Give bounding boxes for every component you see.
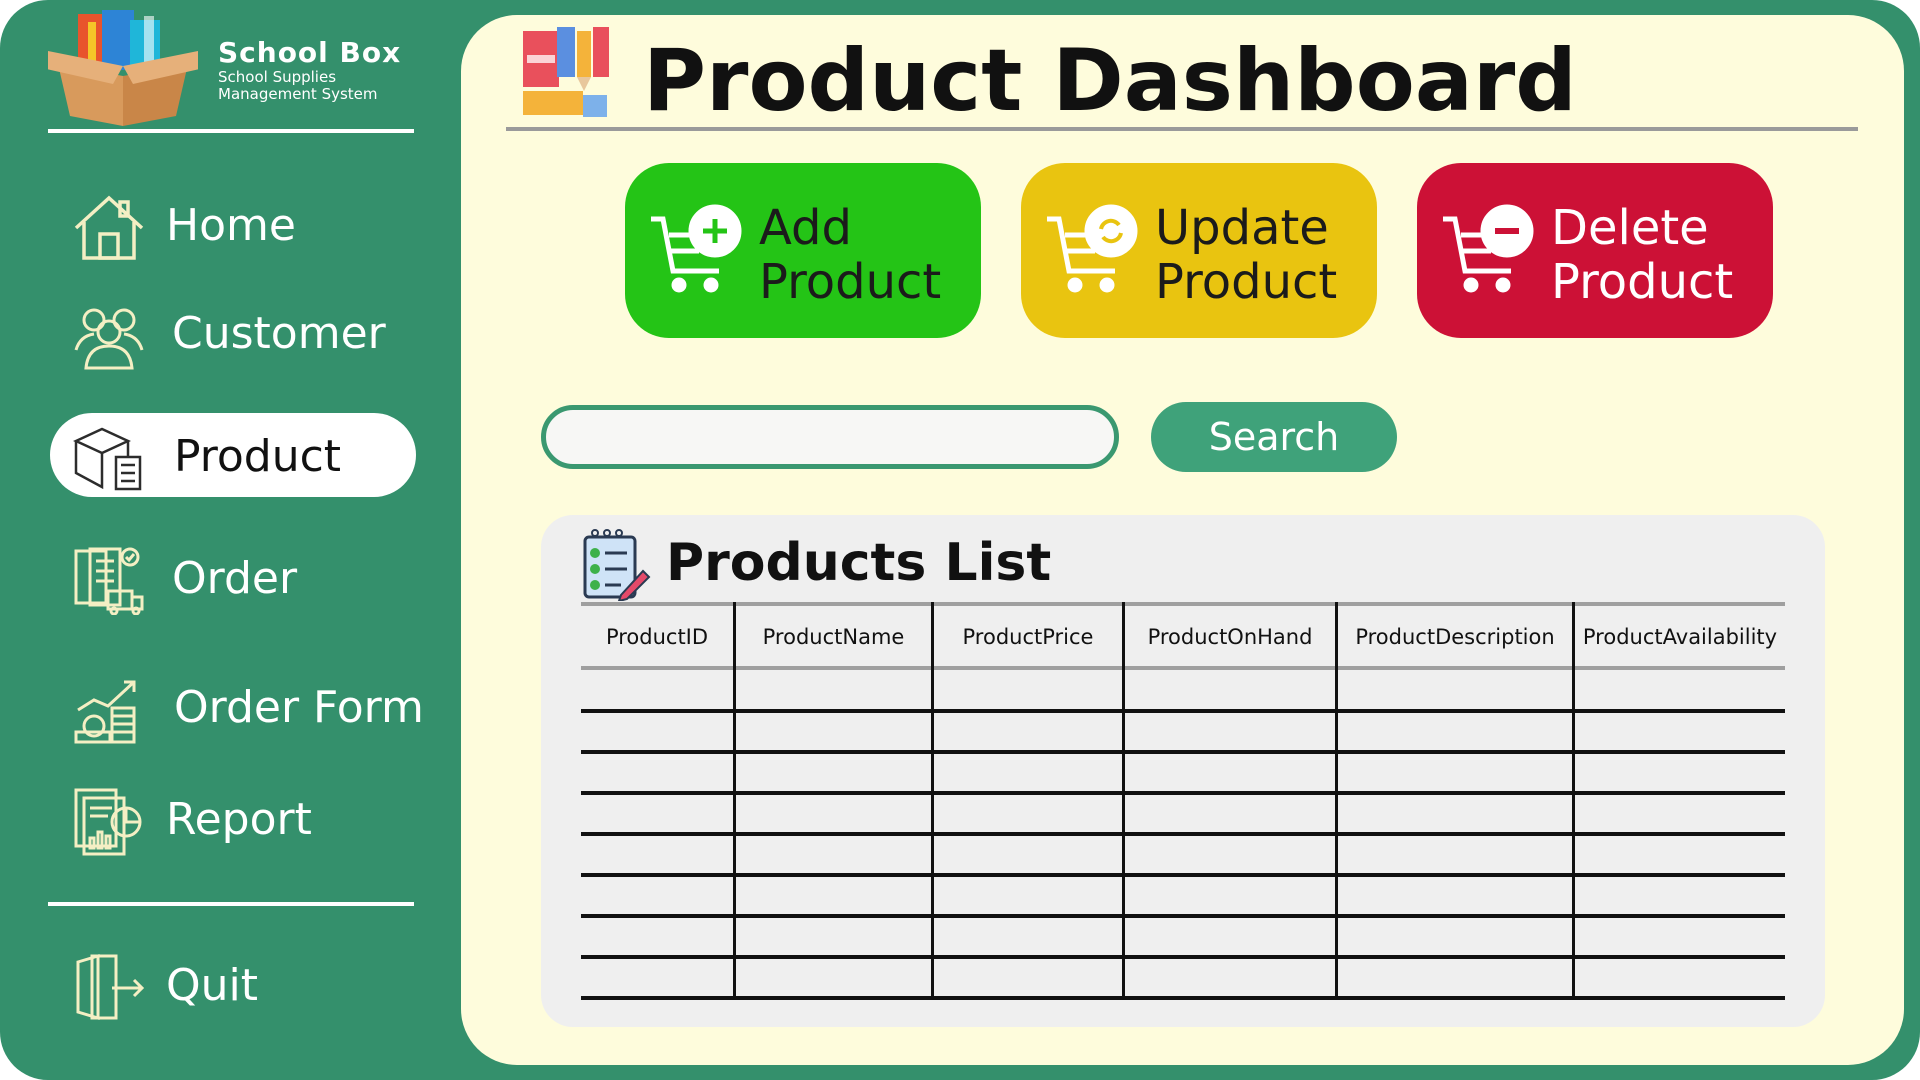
- cart-update-icon: [1047, 204, 1138, 293]
- brand: School Box School Supplies Management Sy…: [48, 6, 418, 126]
- table-row[interactable]: [581, 711, 1785, 751]
- table-row[interactable]: [581, 834, 1785, 874]
- update-product-button[interactable]: Update Product: [1021, 163, 1377, 338]
- table-row[interactable]: [581, 916, 1785, 956]
- sidebar-item-customer[interactable]: Customer: [50, 290, 416, 374]
- checklist-icon: [583, 529, 651, 601]
- school-supplies-icon: [523, 27, 609, 117]
- table-row[interactable]: [581, 957, 1785, 997]
- add-product-label-line2: Product: [759, 254, 942, 310]
- delete-product-label: Delete Product: [1551, 201, 1761, 309]
- column-header-productid[interactable]: ProductID: [581, 620, 733, 660]
- table-row[interactable]: [581, 670, 1785, 710]
- product-box-icon: [73, 427, 142, 491]
- sidebar-item-label: Product: [174, 431, 342, 482]
- report-icon: [74, 788, 142, 856]
- sidebar: School Box School Supplies Management Sy…: [0, 0, 460, 1080]
- delete-product-button[interactable]: Delete Product: [1417, 163, 1773, 338]
- brand-subtitle-line1: School Supplies: [218, 68, 337, 86]
- search-button[interactable]: Search: [1151, 402, 1397, 472]
- add-product-label: Add Product: [759, 201, 969, 309]
- brand-title: School Box: [218, 36, 402, 69]
- sidebar-item-home[interactable]: Home: [50, 182, 416, 266]
- cart-add-icon: [651, 204, 742, 293]
- delete-product-label-line1: Delete: [1551, 200, 1709, 256]
- sidebar-divider-top: [48, 129, 414, 133]
- school-box-logo-icon: [48, 10, 198, 126]
- order-form-chart-icon: [74, 680, 136, 744]
- sidebar-item-order[interactable]: Order: [50, 535, 416, 619]
- column-header-productdescription[interactable]: ProductDescription: [1338, 620, 1572, 660]
- brand-subtitle: School Supplies Management System: [218, 69, 418, 103]
- table-row[interactable]: [581, 793, 1785, 833]
- update-product-label: Update Product: [1155, 201, 1365, 309]
- quit-button[interactable]: Quit: [50, 942, 416, 1026]
- column-header-productname[interactable]: ProductName: [736, 620, 931, 660]
- sidebar-item-label: Order Form: [174, 682, 424, 733]
- table-row-rule: [581, 996, 1785, 1000]
- page-title: Product Dashboard: [643, 31, 1577, 131]
- add-product-button[interactable]: Add Product: [625, 163, 981, 338]
- customers-icon: [74, 308, 144, 370]
- update-product-label-line2: Product: [1155, 254, 1338, 310]
- home-icon: [74, 195, 144, 260]
- table-row[interactable]: [581, 875, 1785, 915]
- sidebar-item-product[interactable]: Product: [50, 413, 416, 497]
- delete-product-label-line2: Product: [1551, 254, 1734, 310]
- update-product-label-line1: Update: [1155, 200, 1329, 256]
- search-input[interactable]: [541, 405, 1119, 469]
- sidebar-item-label: Home: [166, 200, 296, 251]
- column-header-productavailability[interactable]: ProductAvailability: [1575, 620, 1785, 660]
- column-header-productprice[interactable]: ProductPrice: [934, 620, 1122, 660]
- sidebar-item-label: Report: [166, 794, 312, 845]
- products-list-card: Products List ProductID ProductName Prod…: [541, 515, 1825, 1027]
- table-top-rule: [581, 602, 1785, 606]
- cart-remove-icon: [1443, 204, 1534, 293]
- add-product-label-line1: Add: [759, 200, 852, 256]
- sidebar-item-label: Order: [172, 553, 298, 604]
- quit-label: Quit: [166, 960, 258, 1011]
- table-row[interactable]: [581, 752, 1785, 792]
- products-list-title: Products List: [666, 533, 1052, 593]
- sidebar-divider-bottom: [48, 902, 414, 906]
- exit-door-icon: [76, 953, 145, 1021]
- products-table: ProductID ProductName ProductPrice Produ…: [581, 602, 1785, 1000]
- main-panel: Product Dashboard Add Product Update Pro…: [461, 15, 1904, 1065]
- order-clipboard-icon: [74, 547, 144, 615]
- brand-subtitle-line2: Management System: [218, 85, 378, 103]
- column-header-productonhand[interactable]: ProductOnHand: [1125, 620, 1335, 660]
- header-divider: [506, 127, 1858, 131]
- sidebar-item-label: Customer: [172, 308, 386, 359]
- app-window: School Box School Supplies Management Sy…: [0, 0, 1920, 1080]
- sidebar-item-order-form[interactable]: Order Form: [50, 664, 424, 748]
- sidebar-item-report[interactable]: Report: [50, 776, 416, 860]
